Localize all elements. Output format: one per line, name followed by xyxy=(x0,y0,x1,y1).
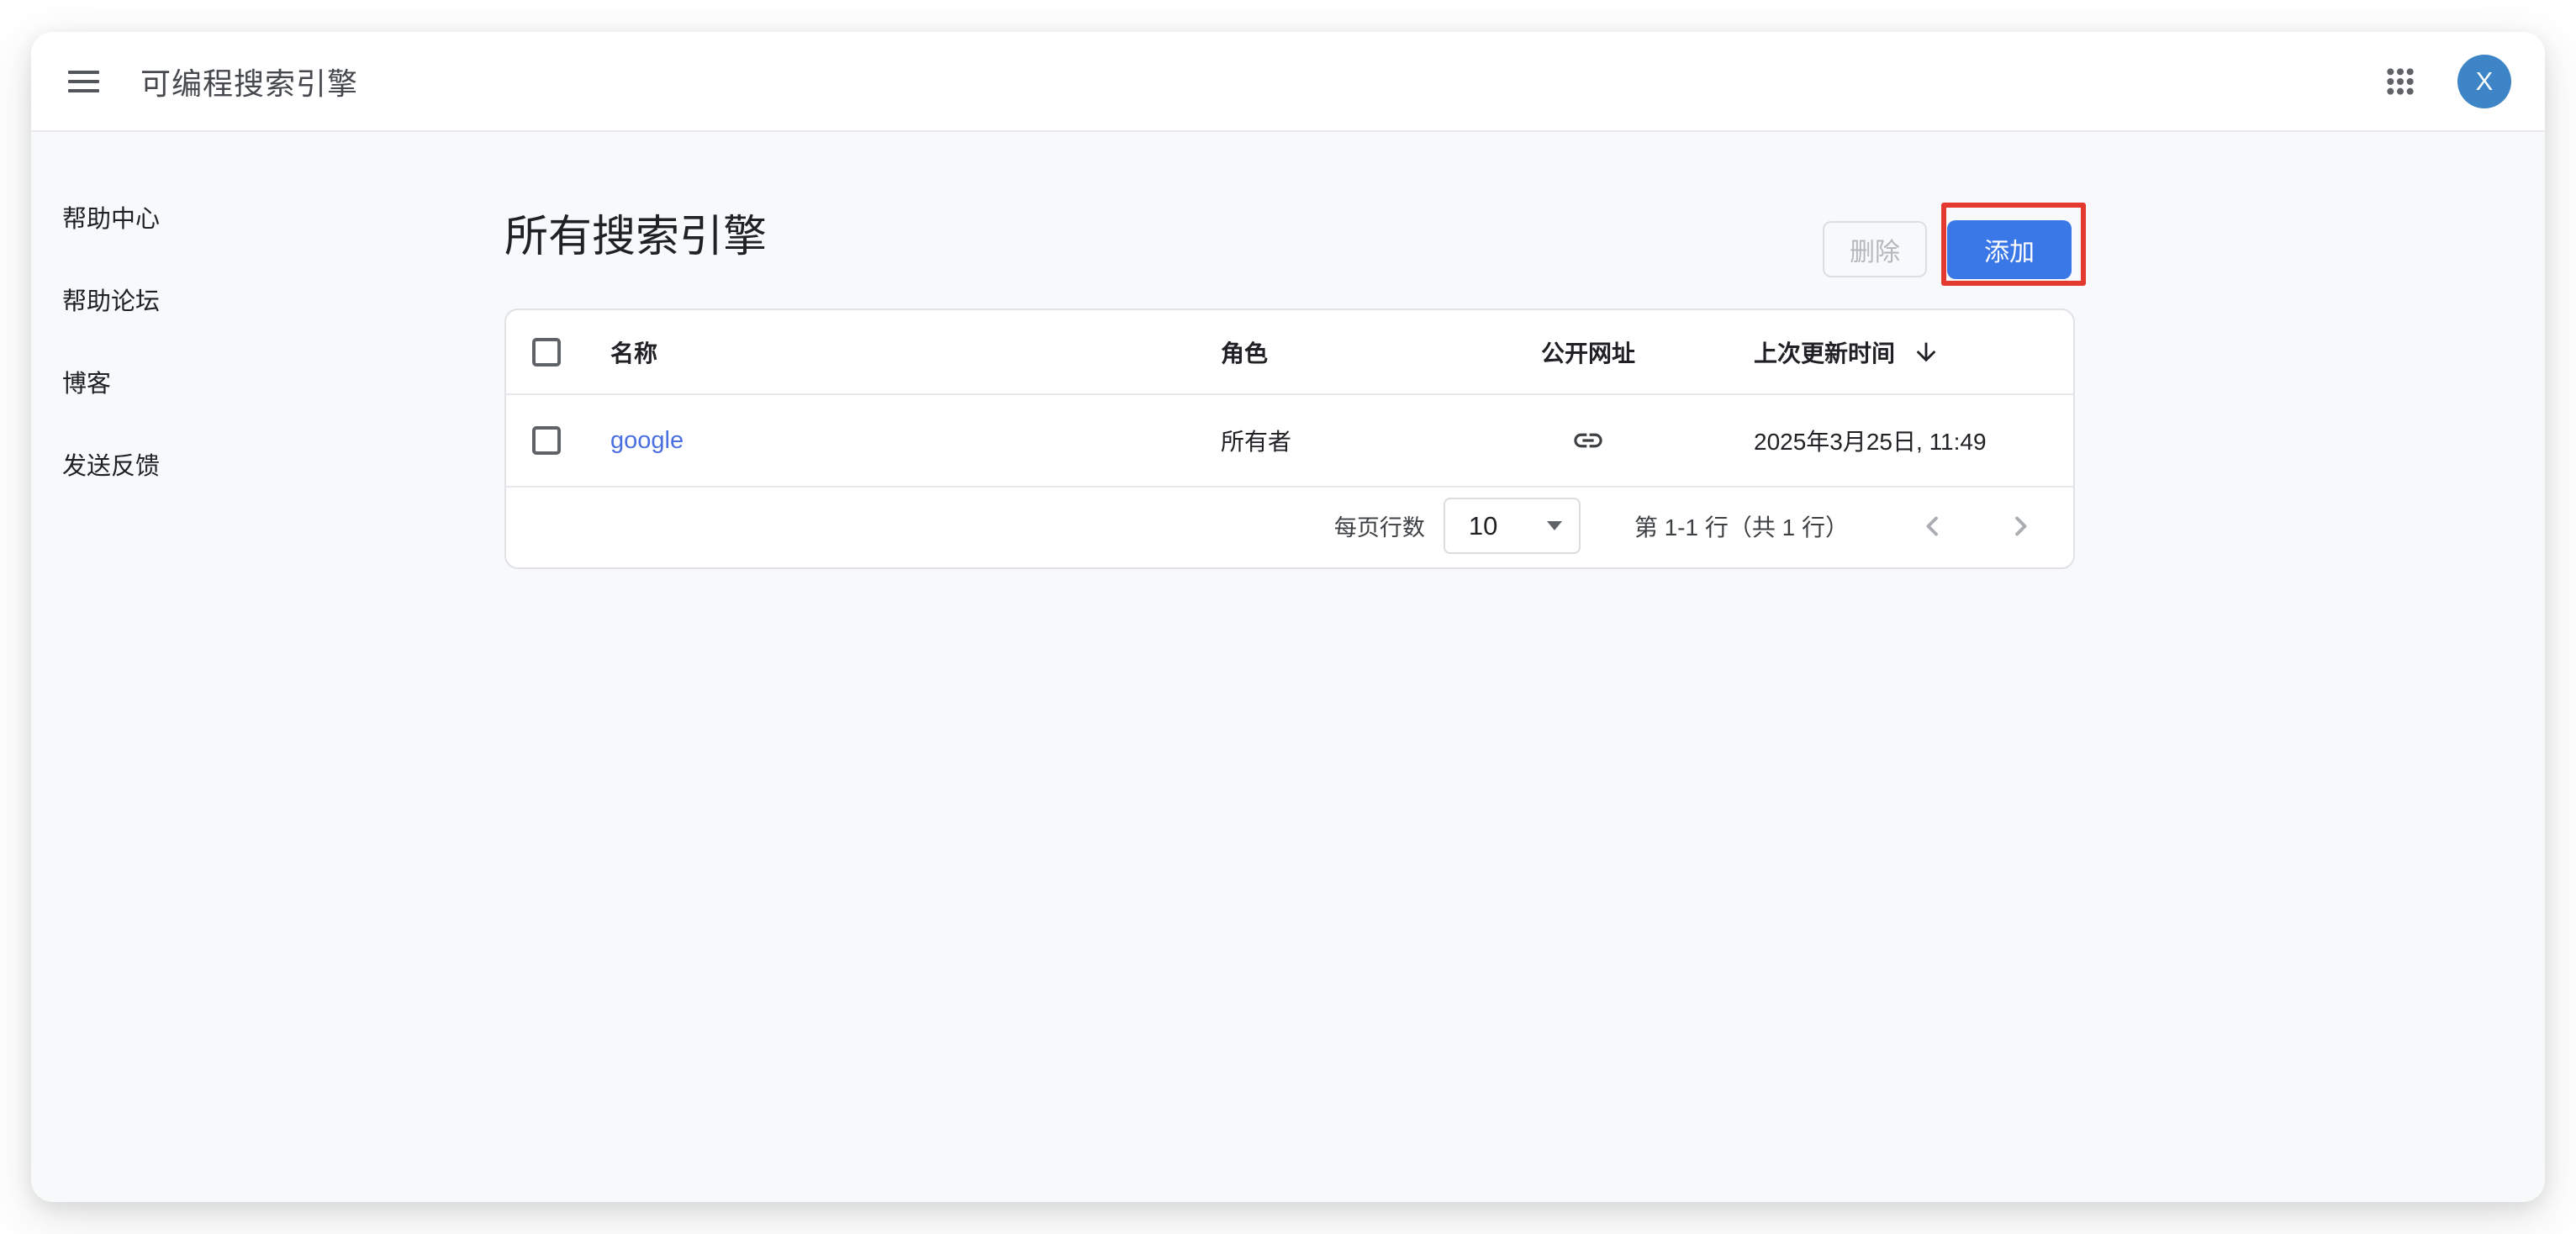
pagination-bar: 每页行数 10 第 1-1 行（共 1 行） xyxy=(506,488,2073,564)
public-url-link-icon[interactable] xyxy=(1571,424,1605,457)
chevron-left-icon xyxy=(1917,510,1949,542)
chevron-right-icon xyxy=(2004,510,2036,542)
app-title: 可编程搜索引擎 xyxy=(140,60,358,103)
sidebar: 帮助中心 帮助论坛 博客 发送反馈 xyxy=(61,176,422,505)
rows-per-page-select[interactable]: 10 xyxy=(1444,498,1581,554)
hamburger-menu-icon[interactable] xyxy=(68,63,105,100)
column-header-last-updated[interactable]: 上次更新时间 xyxy=(1685,335,2073,369)
app-bar: 可编程搜索引擎 X xyxy=(31,32,2545,132)
engine-role: 所有者 xyxy=(1197,424,1491,457)
sidebar-item-send-feedback[interactable]: 发送反馈 xyxy=(61,423,422,505)
rows-per-page-value: 10 xyxy=(1469,511,1497,541)
column-header-name: 名称 xyxy=(587,335,1197,369)
select-all-checkbox[interactable] xyxy=(532,338,561,367)
sidebar-item-help-forum[interactable]: 帮助论坛 xyxy=(61,258,422,340)
engine-name-link[interactable]: google xyxy=(610,427,684,454)
engine-last-updated: 2025年3月25日, 11:49 xyxy=(1685,424,2073,457)
app-window: 可编程搜索引擎 X 帮助中心 帮助论坛 博客 发送反馈 所有搜索引擎 删除 添加 xyxy=(31,32,2545,1202)
sidebar-item-blog[interactable]: 博客 xyxy=(61,340,422,423)
sort-descending-icon xyxy=(1912,338,1940,367)
delete-button[interactable]: 删除 xyxy=(1823,221,1927,277)
rows-per-page-label: 每页行数 xyxy=(1334,509,1425,542)
avatar[interactable]: X xyxy=(2457,55,2511,108)
row-checkbox[interactable] xyxy=(532,426,561,455)
add-button[interactable]: 添加 xyxy=(1947,220,2072,279)
pagination-range-text: 第 1-1 行（共 1 行） xyxy=(1634,509,1849,543)
column-header-public-url: 公开网址 xyxy=(1491,335,1685,369)
previous-page-button[interactable] xyxy=(1908,501,1958,551)
chevron-down-icon xyxy=(1547,521,1562,530)
main-content: 所有搜索引擎 删除 添加 名称 角色 公开网址 上次更新时间 xyxy=(504,134,2545,1202)
apps-grid-icon[interactable] xyxy=(2378,60,2422,103)
column-header-role: 角色 xyxy=(1197,335,1491,369)
page-title: 所有搜索引擎 xyxy=(504,212,767,262)
sidebar-item-help-center[interactable]: 帮助中心 xyxy=(61,176,422,258)
next-page-button[interactable] xyxy=(1995,501,2045,551)
search-engines-table: 名称 角色 公开网址 上次更新时间 google xyxy=(504,308,2075,569)
table-row: google 所有者 2025年3月25日, 11:49 xyxy=(506,395,2073,488)
table-header-row: 名称 角色 公开网址 上次更新时间 xyxy=(506,310,2073,395)
